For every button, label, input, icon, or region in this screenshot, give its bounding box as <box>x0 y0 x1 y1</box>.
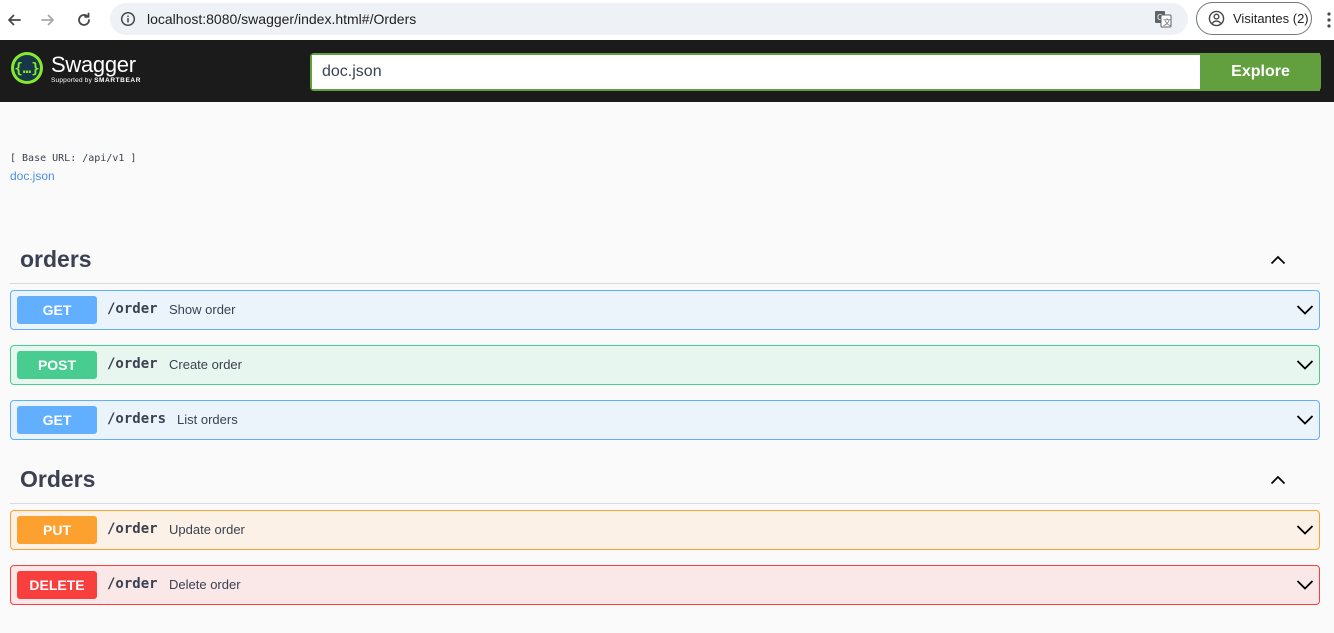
chevron-down-icon[interactable] <box>1296 523 1314 537</box>
chevron-down-icon[interactable] <box>1296 303 1314 317</box>
method-badge: GET <box>17 406 97 434</box>
tag-header-orders[interactable]: orders <box>10 238 1320 284</box>
info-icon[interactable] <box>120 11 136 27</box>
operation-get-order[interactable]: GET /order Show order <box>10 290 1320 330</box>
address-bar[interactable]: localhost:8080/swagger/index.html#/Order… <box>110 3 1188 35</box>
operation-delete-order[interactable]: DELETE /order Delete order <box>10 565 1320 605</box>
operation-post-order[interactable]: POST /order Create order <box>10 345 1320 385</box>
logo-wordmark: Swagger Supported by SMARTBEAR <box>51 51 141 84</box>
operation-path: /order <box>107 576 158 592</box>
swagger-logo[interactable]: {…} Swagger Supported by SMARTBEAR <box>10 51 141 85</box>
method-badge: PUT <box>17 516 97 544</box>
swagger-logo-icon: {…} <box>11 52 43 84</box>
svg-text:{…}: {…} <box>14 61 39 77</box>
person-circle-icon <box>1208 10 1225 27</box>
logo-sub-brand: SMARTBEAR <box>94 76 142 84</box>
operation-path: /orders <box>107 411 167 427</box>
profile-label: Visitantes (2) <box>1233 11 1309 26</box>
logo-name: Swagger <box>51 51 136 77</box>
operation-path: /order <box>107 301 158 317</box>
svg-text:文: 文 <box>1163 17 1171 27</box>
kebab-menu-icon[interactable] <box>1324 10 1334 30</box>
spec-url-input[interactable] <box>312 55 1199 89</box>
spec-url-form: Explore <box>310 53 1321 91</box>
chevron-down-icon[interactable] <box>1296 358 1314 372</box>
spec-link[interactable]: doc.json <box>10 169 55 183</box>
tag-header-Orders[interactable]: Orders <box>10 458 1320 504</box>
method-badge: POST <box>17 351 97 379</box>
operation-summary: Show order <box>169 302 236 317</box>
logo-sub-prefix: Supported by <box>51 76 95 84</box>
method-badge: DELETE <box>17 571 97 599</box>
operation-get-orders[interactable]: GET /orders List orders <box>10 400 1320 440</box>
operation-summary: Delete order <box>169 577 241 592</box>
operation-put-order[interactable]: PUT /order Update order <box>10 510 1320 550</box>
chevron-up-icon[interactable] <box>1270 472 1286 488</box>
operation-path: /order <box>107 356 158 372</box>
operation-summary: Create order <box>169 357 242 372</box>
method-badge: GET <box>17 296 97 324</box>
chevron-down-icon[interactable] <box>1296 578 1314 592</box>
base-url: [ Base URL: /api/v1 ] <box>10 153 137 164</box>
tag-title: orders <box>20 246 92 272</box>
translate-icon[interactable]: G文 <box>1154 10 1172 28</box>
logo-subtitle: Supported by SMARTBEAR <box>51 77 141 84</box>
operation-path: /order <box>107 521 158 537</box>
reload-button[interactable] <box>70 6 98 34</box>
arrow-left-icon <box>8 14 21 26</box>
operation-summary: Update order <box>169 522 245 537</box>
profile-button[interactable]: Visitantes (2) <box>1196 2 1312 35</box>
arrow-right-icon <box>41 14 54 26</box>
swagger-topbar: {…} Swagger Supported by SMARTBEAR Explo… <box>0 40 1334 102</box>
url-text[interactable]: localhost:8080/swagger/index.html#/Order… <box>147 11 416 27</box>
chevron-down-icon[interactable] <box>1296 413 1314 427</box>
chevron-up-icon[interactable] <box>1270 252 1286 268</box>
reload-icon <box>78 12 90 26</box>
operation-summary: List orders <box>177 412 238 427</box>
back-button[interactable] <box>0 6 28 34</box>
forward-button[interactable] <box>34 6 62 34</box>
explore-button[interactable]: Explore <box>1200 53 1321 91</box>
tag-title: Orders <box>20 466 96 492</box>
browser-toolbar: localhost:8080/swagger/index.html#/Order… <box>0 0 1334 40</box>
